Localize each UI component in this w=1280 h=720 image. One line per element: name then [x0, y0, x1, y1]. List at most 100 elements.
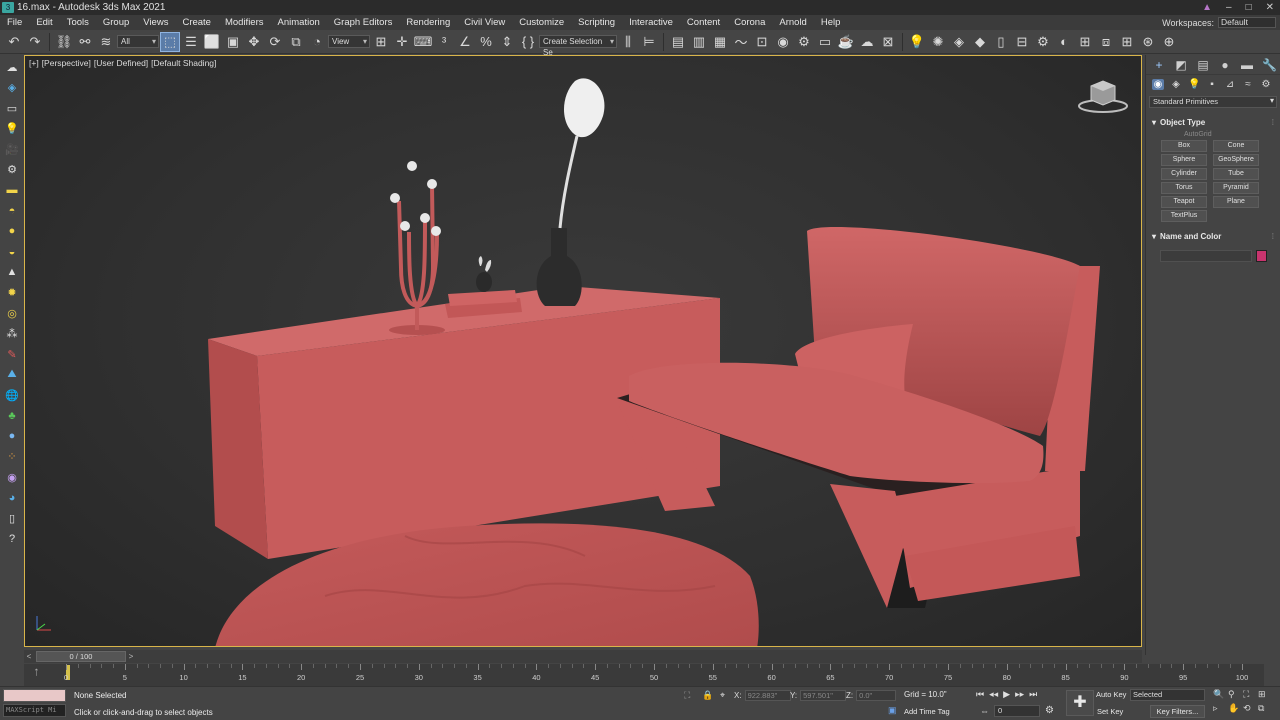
key-selection-set-dropdown[interactable]: Selected: [1130, 689, 1205, 701]
place-icon[interactable]: ◔: [307, 32, 327, 52]
help-icon[interactable]: ?: [4, 531, 20, 547]
globe-icon[interactable]: 🌐: [4, 387, 20, 403]
systems-subtab-icon[interactable]: ⚙: [1260, 79, 1272, 90]
autogrid-checkbox[interactable]: AutoGrid: [1146, 131, 1280, 138]
percent-snap-icon[interactable]: %: [476, 32, 496, 52]
select-by-name-icon[interactable]: ☰: [181, 32, 201, 52]
mirror-icon[interactable]: ⫼: [618, 32, 638, 52]
zoom-extents-all-icon[interactable]: ⊞: [1258, 689, 1273, 700]
maximize-button[interactable]: □: [1246, 2, 1252, 13]
window-crossing-icon[interactable]: ▣: [223, 32, 243, 52]
isolate-selection-icon[interactable]: ⛶: [684, 690, 690, 701]
account-icon[interactable]: ▲: [1202, 2, 1212, 13]
selection-lock-icon[interactable]: 🔒: [702, 690, 713, 701]
set-keys-icon[interactable]: ✚: [1066, 690, 1094, 716]
zoom-extents-icon[interactable]: ⛶: [1243, 689, 1258, 700]
textplus-button[interactable]: TextPlus: [1161, 210, 1207, 222]
menu-graph-editors[interactable]: Graph Editors: [327, 17, 400, 28]
previous-frame-icon[interactable]: ◂◂: [989, 689, 998, 700]
menu-civil-view[interactable]: Civil View: [457, 17, 512, 28]
corona-light-icon[interactable]: 💡: [907, 32, 927, 52]
menu-edit[interactable]: Edit: [29, 17, 59, 28]
cap-icon[interactable]: ◒: [4, 244, 20, 260]
maxscript-listener-input[interactable]: [3, 689, 66, 702]
primitive-category-dropdown[interactable]: Standard Primitives: [1149, 96, 1277, 108]
bind-spacewarp-icon[interactable]: ≋: [96, 32, 116, 52]
viewcube-icon[interactable]: [1077, 76, 1129, 116]
render-setup-icon[interactable]: ⚙: [794, 32, 814, 52]
plane-primitive-icon[interactable]: ▬: [4, 182, 20, 198]
time-next-arrow-icon[interactable]: >: [126, 652, 136, 661]
close-button[interactable]: ✕: [1266, 2, 1274, 13]
torus-primitive-icon[interactable]: ◎: [4, 305, 20, 321]
book-stack[interactable]: [445, 256, 522, 318]
grid-icon[interactable]: ⊞: [1117, 32, 1137, 52]
utilities-tab-icon[interactable]: 🔧: [1262, 58, 1277, 72]
object-color-swatch[interactable]: [1256, 250, 1267, 262]
zoom-icon[interactable]: 🔍: [1213, 689, 1228, 700]
maximize-viewport-icon[interactable]: ⧉: [1258, 703, 1273, 714]
corona-settings-icon[interactable]: ⚙: [1033, 32, 1053, 52]
next-frame-icon[interactable]: ▸▸: [1015, 689, 1024, 700]
pivot-center-icon[interactable]: ⊞: [371, 32, 391, 52]
x-field[interactable]: 922.883": [744, 690, 791, 701]
teapot-button[interactable]: Teapot: [1161, 196, 1207, 208]
pyramid-button[interactable]: Pyramid: [1213, 182, 1259, 194]
schematic-view-icon[interactable]: ⊡: [752, 32, 772, 52]
object-name-field[interactable]: [1160, 250, 1252, 262]
workspace-dropdown[interactable]: Default: [1218, 17, 1276, 28]
zoom-all-icon[interactable]: ⚲: [1228, 689, 1243, 700]
paint-icon[interactable]: ◈: [4, 80, 20, 96]
plane-button[interactable]: Plane: [1213, 196, 1259, 208]
corona-converter-icon[interactable]: ⊟: [1012, 32, 1032, 52]
hierarchy-tab-icon[interactable]: ▤: [1196, 58, 1210, 72]
layer-explorer-icon[interactable]: ▥: [689, 32, 709, 52]
helpers-subtab-icon[interactable]: ⊿: [1224, 79, 1236, 90]
link-icon[interactable]: ⛓: [54, 32, 74, 52]
sphere-button[interactable]: Sphere: [1161, 154, 1207, 166]
modify-tab-icon[interactable]: ◩: [1174, 58, 1188, 72]
menu-group[interactable]: Group: [96, 17, 136, 28]
document-icon[interactable]: ▯: [4, 510, 20, 526]
record-icon[interactable]: ◉: [4, 469, 20, 485]
create-tab-icon[interactable]: +: [1152, 58, 1166, 72]
menu-modifiers[interactable]: Modifiers: [218, 17, 271, 28]
rectangular-selection-icon[interactable]: ⬜: [202, 32, 222, 52]
go-to-start-icon[interactable]: ⏮: [976, 689, 984, 700]
box-button[interactable]: Box: [1161, 140, 1207, 152]
corona-vfb-icon[interactable]: ▯: [991, 32, 1011, 52]
add-time-tag[interactable]: Add Time Tag: [904, 707, 950, 716]
redo-icon[interactable]: ↷: [25, 32, 45, 52]
menu-customize[interactable]: Customize: [512, 17, 571, 28]
motion-tab-icon[interactable]: ●: [1218, 58, 1232, 72]
pen-icon[interactable]: ✎: [4, 346, 20, 362]
time-slider[interactable]: < 0 / 100 >: [24, 650, 1142, 663]
shapes-subtab-icon[interactable]: ◈: [1170, 79, 1182, 90]
time-slider-thumb[interactable]: 0 / 100: [36, 651, 126, 662]
geosphere-button[interactable]: GeoSphere: [1213, 154, 1259, 166]
corona-proxy-icon[interactable]: ◆: [970, 32, 990, 52]
edit-named-selection-icon[interactable]: { }: [518, 32, 538, 52]
viewport-config-icon[interactable]: ⊞: [1075, 32, 1095, 52]
lights-subtab-icon[interactable]: 💡: [1188, 79, 1200, 90]
reference-coordinate-dropdown[interactable]: View: [328, 35, 370, 48]
current-frame-field[interactable]: 0: [994, 705, 1040, 717]
unlink-icon[interactable]: ⚯: [75, 32, 95, 52]
perspective-viewport[interactable]: [+] [Perspective] [User Defined] [Defaul…: [24, 55, 1142, 647]
render-iterative-icon[interactable]: ⊠: [878, 32, 898, 52]
cameras-subtab-icon[interactable]: ▪: [1206, 79, 1218, 90]
render-cloud-icon[interactable]: ☁: [857, 32, 877, 52]
go-to-end-icon[interactable]: ⏭: [1029, 689, 1037, 700]
tube-button[interactable]: Tube: [1213, 168, 1259, 180]
play-icon[interactable]: ▶: [1003, 689, 1010, 700]
pan-icon[interactable]: ✋: [1228, 703, 1243, 714]
dome-icon[interactable]: ◓: [4, 203, 20, 219]
sphere-material-icon[interactable]: ●: [4, 428, 20, 444]
y-field[interactable]: 597.501": [800, 690, 847, 701]
foliage-icon[interactable]: ♣: [4, 408, 20, 424]
selection-filter-dropdown[interactable]: All: [117, 35, 159, 48]
spacewarps-subtab-icon[interactable]: ≈: [1242, 79, 1254, 90]
named-selection-sets-dropdown[interactable]: Create Selection Se: [539, 35, 617, 57]
mountain-icon[interactable]: ⛰: [4, 367, 20, 383]
vase-with-leaf[interactable]: [536, 78, 605, 306]
